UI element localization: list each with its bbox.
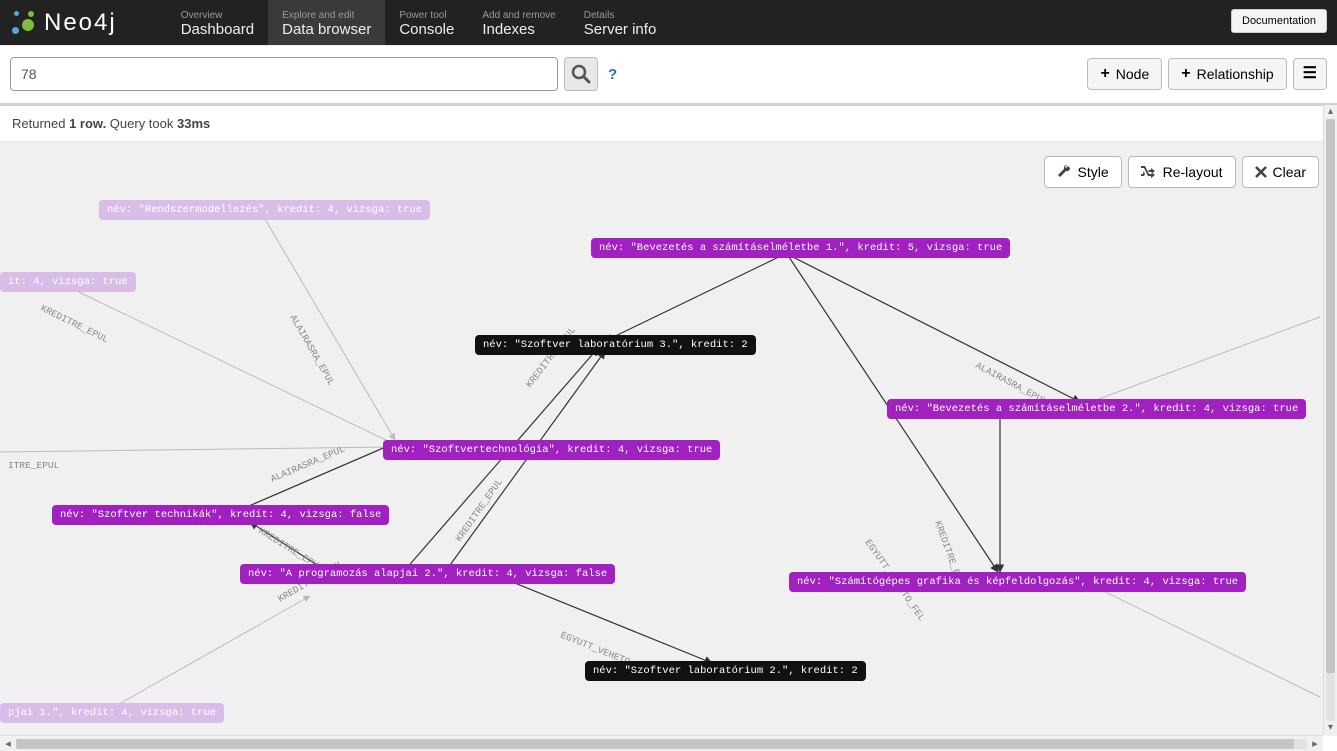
graph-node[interactable]: név: "Szoftver technikák", kredit: 4, vi… [52, 505, 389, 525]
nav-tabs: Overview Dashboard Explore and edit Data… [167, 0, 671, 45]
graph-node[interactable]: név: "Bevezetés a számításelméletbe 1.",… [591, 238, 1010, 258]
tab-data-browser[interactable]: Explore and edit Data browser [268, 0, 385, 45]
button-label: Style [1077, 164, 1108, 180]
graph-node[interactable]: név: "Bevezetés a számításelméletbe 2.",… [887, 399, 1306, 419]
tab-sub: Add and remove [482, 10, 555, 21]
style-button[interactable]: Style [1044, 156, 1121, 188]
tab-server-info[interactable]: Details Server info [570, 0, 671, 45]
button-label: Node [1116, 66, 1149, 82]
graph-node[interactable]: pjai 1.", kredit: 4, vizsga: true [0, 703, 224, 723]
button-label: Clear [1273, 164, 1306, 180]
plus-icon: + [1100, 66, 1109, 82]
clear-button[interactable]: Clear [1242, 156, 1319, 188]
plus-icon: + [1181, 66, 1190, 82]
tab-sub: Details [584, 10, 657, 21]
svg-text:KREDITRE_EPUL: KREDITRE_EPUL [39, 303, 111, 346]
neo4j-logo-icon [10, 9, 38, 37]
graph-node[interactable]: név: "Szoftver laboratórium 3.", kredit:… [475, 335, 756, 355]
tab-main: Server info [584, 21, 657, 38]
close-icon [1255, 166, 1267, 178]
graph-node[interactable]: it: 4, vizsga: true [0, 272, 136, 292]
scroll-thumb[interactable] [16, 739, 1294, 749]
tab-dashboard[interactable]: Overview Dashboard [167, 0, 268, 45]
tab-main: Dashboard [181, 21, 254, 38]
search-button[interactable] [564, 57, 598, 91]
logo[interactable]: Neo4j [10, 9, 167, 37]
wrench-icon [1057, 165, 1071, 179]
graph-canvas[interactable]: Style Re-layout Clear ALAIRASRA_EPUL KRE… [0, 142, 1337, 736]
svg-text:ALAIRASRA_EPUL: ALAIRASRA_EPUL [269, 443, 347, 484]
graph-node[interactable]: név: "Rendszermodellezés", kredit: 4, vi… [99, 200, 430, 220]
result-rows: 1 row. [69, 116, 106, 131]
scroll-track[interactable] [16, 739, 1307, 749]
query-bar: ? + Node + Relationship ☰ [0, 45, 1337, 106]
graph-node[interactable]: név: "A programozás alapjai 2.", kredit:… [240, 564, 615, 584]
result-info: Returned 1 row. Query took 33ms [0, 106, 1337, 142]
documentation-button[interactable]: Documentation [1231, 9, 1327, 33]
graph-edges: ALAIRASRA_EPUL KREDITRE_EPUL KREDITRE_EP… [0, 142, 1337, 736]
scroll-thumb[interactable] [1326, 119, 1335, 673]
tab-sub: Explore and edit [282, 10, 371, 21]
horizontal-scrollbar[interactable]: ◂ ▸ [0, 735, 1323, 751]
tab-main: Console [399, 21, 454, 38]
vertical-scrollbar[interactable]: ▴ ▾ [1323, 105, 1337, 735]
graph-node[interactable]: név: "Szoftvertechnológia", kredit: 4, v… [383, 440, 720, 460]
top-bar: Neo4j Overview Dashboard Explore and edi… [0, 0, 1337, 45]
scroll-track[interactable] [1326, 119, 1335, 721]
svg-text:KREDITRE_EPUL: KREDITRE_EPUL [453, 476, 505, 543]
tab-console[interactable]: Power tool Console [385, 0, 468, 45]
scroll-right-arrow[interactable]: ▸ [1307, 737, 1323, 750]
shuffle-icon [1141, 165, 1157, 179]
query-input[interactable] [10, 57, 558, 91]
scroll-up-arrow[interactable]: ▴ [1324, 105, 1337, 119]
button-label: Re-layout [1163, 164, 1223, 180]
brand-text: Neo4j [44, 9, 117, 37]
graph-toolbar: Style Re-layout Clear [1044, 156, 1319, 188]
list-icon: ☰ [1303, 66, 1317, 82]
scroll-down-arrow[interactable]: ▾ [1324, 721, 1337, 735]
result-time: 33ms [177, 116, 210, 131]
view-toggle-button[interactable]: ☰ [1293, 58, 1327, 90]
relayout-button[interactable]: Re-layout [1128, 156, 1236, 188]
edge-label-partial: ITRE_EPUL [0, 456, 67, 475]
help-icon[interactable]: ? [608, 66, 617, 83]
tab-indexes[interactable]: Add and remove Indexes [468, 0, 569, 45]
result-mid: Query took [106, 116, 177, 131]
button-label: Relationship [1197, 66, 1274, 82]
add-node-button[interactable]: + Node [1087, 58, 1162, 90]
result-prefix: Returned [12, 116, 69, 131]
tab-main: Data browser [282, 21, 371, 38]
tab-main: Indexes [482, 21, 555, 38]
tab-sub: Overview [181, 10, 254, 21]
svg-text:ALAIRASRA_EPUL: ALAIRASRA_EPUL [287, 313, 337, 388]
graph-node[interactable]: név: "Szoftver laboratórium 2.", kredit:… [585, 661, 866, 681]
search-icon [571, 64, 591, 84]
add-relationship-button[interactable]: + Relationship [1168, 58, 1286, 90]
graph-node[interactable]: név: "Számítógépes grafika és képfeldolg… [789, 572, 1246, 592]
query-actions: + Node + Relationship ☰ [1087, 58, 1327, 90]
scroll-left-arrow[interactable]: ◂ [0, 737, 16, 750]
tab-sub: Power tool [399, 10, 454, 21]
